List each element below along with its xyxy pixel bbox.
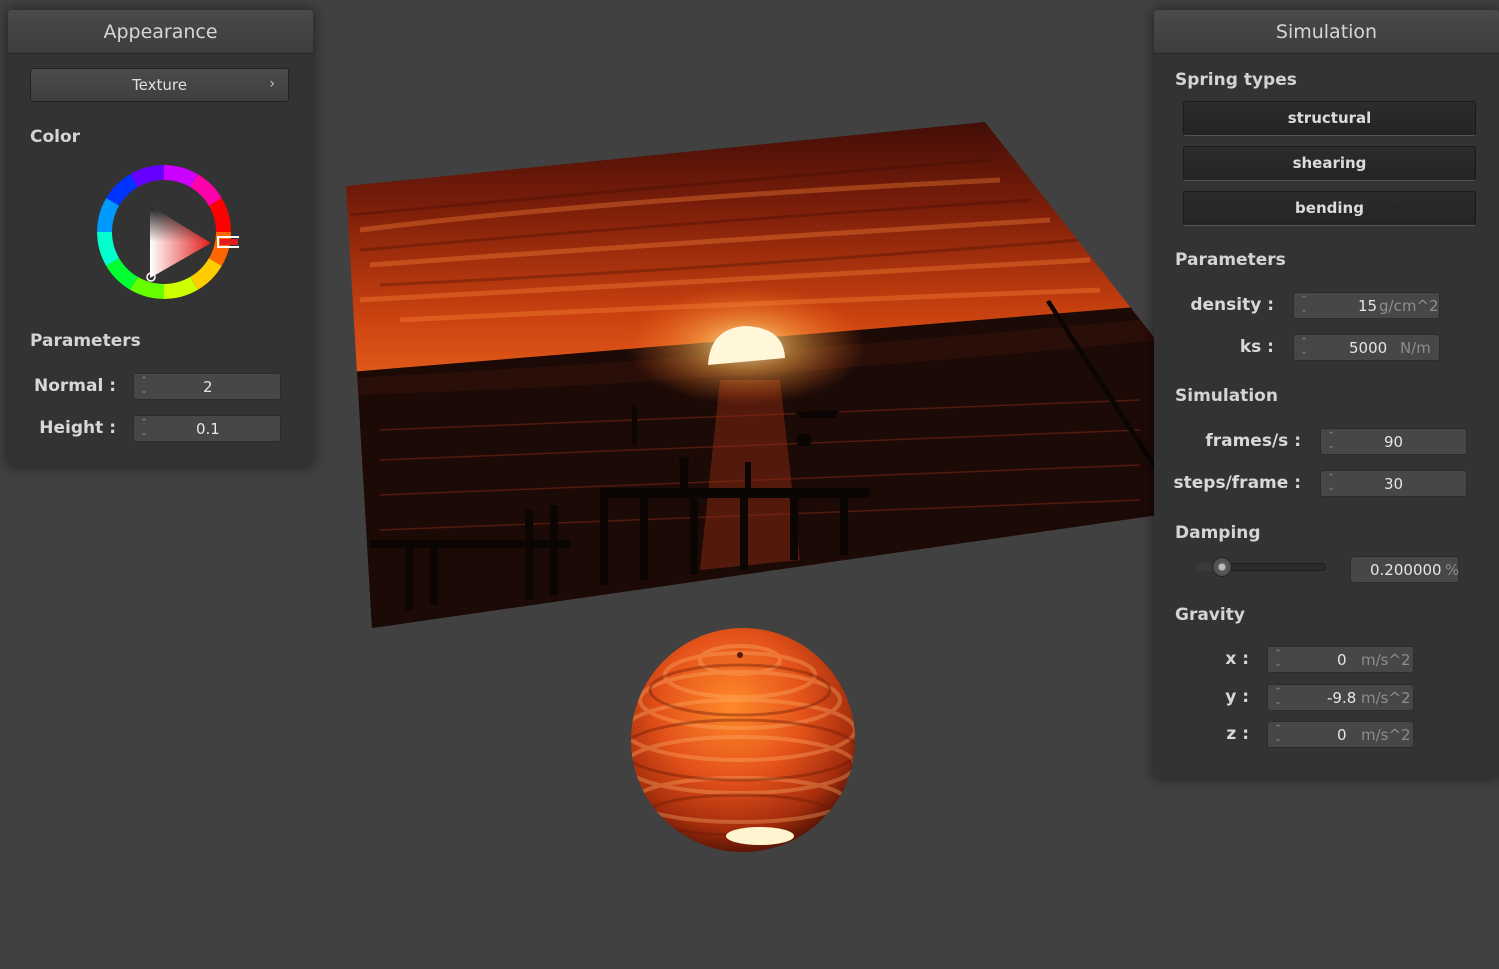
- up-down-spinner-icon[interactable]: ⌃ ⌄: [1299, 295, 1309, 315]
- simulation-panel: Simulation Spring types structural shear…: [1154, 10, 1499, 778]
- spring-types-label: Spring types: [1175, 70, 1297, 90]
- steps-input[interactable]: ⌃ ⌄ 30: [1320, 470, 1467, 497]
- sphere-mesh: [631, 628, 855, 852]
- gravity-label: Gravity: [1175, 605, 1245, 625]
- density-unit: g/cm^2: [1379, 297, 1439, 315]
- density-value: 15: [1358, 297, 1378, 315]
- normal-value: 2: [203, 378, 213, 396]
- height-value: 0.1: [196, 420, 220, 438]
- appearance-parameters-label: Parameters: [30, 331, 141, 351]
- damping-value: 0.200000: [1370, 561, 1442, 579]
- frames-label: frames/s :: [1205, 431, 1301, 451]
- damping-unit: %: [1445, 561, 1460, 579]
- up-down-spinner-icon[interactable]: ⌃ ⌄: [1326, 431, 1336, 451]
- ks-input[interactable]: ⌃ ⌄ 5000 N/m: [1293, 334, 1440, 361]
- shearing-spring-button[interactable]: shearing: [1183, 146, 1476, 181]
- texture-button[interactable]: Texture ›: [30, 68, 289, 102]
- up-down-spinner-icon[interactable]: ⌃ ⌄: [1273, 687, 1283, 707]
- gravity-x-label: x :: [1225, 649, 1249, 669]
- steps-value: 30: [1384, 475, 1404, 493]
- frames-value: 90: [1384, 433, 1404, 451]
- color-wheel-icon[interactable]: [89, 157, 239, 307]
- steps-label: steps/frame :: [1173, 473, 1301, 493]
- damping-label: Damping: [1175, 523, 1261, 543]
- ks-value: 5000: [1349, 339, 1388, 357]
- gravity-z-label: z :: [1226, 724, 1249, 744]
- up-down-spinner-icon[interactable]: ⌃ ⌄: [1273, 649, 1283, 669]
- height-label: Height :: [39, 418, 116, 438]
- damping-slider-handle[interactable]: [1212, 557, 1232, 577]
- gravity-y-value: -9.8: [1327, 689, 1357, 707]
- ks-unit: N/m: [1400, 339, 1431, 357]
- up-down-spinner-icon[interactable]: ⌃ ⌄: [1273, 724, 1283, 744]
- ks-label: ks :: [1239, 337, 1274, 357]
- density-input[interactable]: ⌃ ⌄ 15 g/cm^2: [1293, 292, 1440, 319]
- up-down-spinner-icon[interactable]: ⌃ ⌄: [1326, 473, 1336, 493]
- appearance-panel: Appearance Texture › Color Parameters No…: [8, 10, 313, 466]
- density-label: density :: [1190, 295, 1274, 315]
- appearance-panel-title[interactable]: Appearance: [8, 10, 313, 54]
- gravity-y-label: y :: [1225, 687, 1249, 707]
- normal-label: Normal :: [33, 376, 116, 396]
- gravity-x-input[interactable]: ⌃ ⌄ 0 m/s^2: [1267, 646, 1414, 673]
- structural-spring-button[interactable]: structural: [1183, 101, 1476, 136]
- up-down-spinner-icon[interactable]: ⌃ ⌄: [139, 376, 149, 396]
- gravity-y-input[interactable]: ⌃ ⌄ -9.8 m/s^2: [1267, 684, 1414, 711]
- simulation-section-label: Simulation: [1175, 386, 1278, 406]
- simulation-parameters-label: Parameters: [1175, 250, 1286, 270]
- bending-spring-button[interactable]: bending: [1183, 191, 1476, 226]
- gravity-z-unit: m/s^2: [1361, 726, 1411, 744]
- up-down-spinner-icon[interactable]: ⌃ ⌄: [1299, 337, 1309, 357]
- chevron-right-icon: ›: [269, 76, 275, 92]
- frames-input[interactable]: ⌃ ⌄ 90: [1320, 428, 1467, 455]
- up-down-spinner-icon[interactable]: ⌃ ⌄: [139, 418, 149, 438]
- gravity-x-unit: m/s^2: [1361, 651, 1411, 669]
- normal-input[interactable]: ⌃ ⌄ 2: [133, 373, 281, 400]
- height-input[interactable]: ⌃ ⌄ 0.1: [133, 415, 281, 442]
- cloth-mesh: [346, 122, 1160, 628]
- simulation-panel-title[interactable]: Simulation: [1154, 10, 1499, 54]
- texture-button-label: Texture: [132, 76, 187, 94]
- gravity-z-value: 0: [1337, 726, 1347, 744]
- gravity-x-value: 0: [1337, 651, 1347, 669]
- gravity-z-input[interactable]: ⌃ ⌄ 0 m/s^2: [1267, 721, 1414, 748]
- damping-input[interactable]: 0.200000 %: [1350, 556, 1459, 583]
- color-section-label: Color: [30, 127, 81, 147]
- gravity-y-unit: m/s^2: [1361, 689, 1411, 707]
